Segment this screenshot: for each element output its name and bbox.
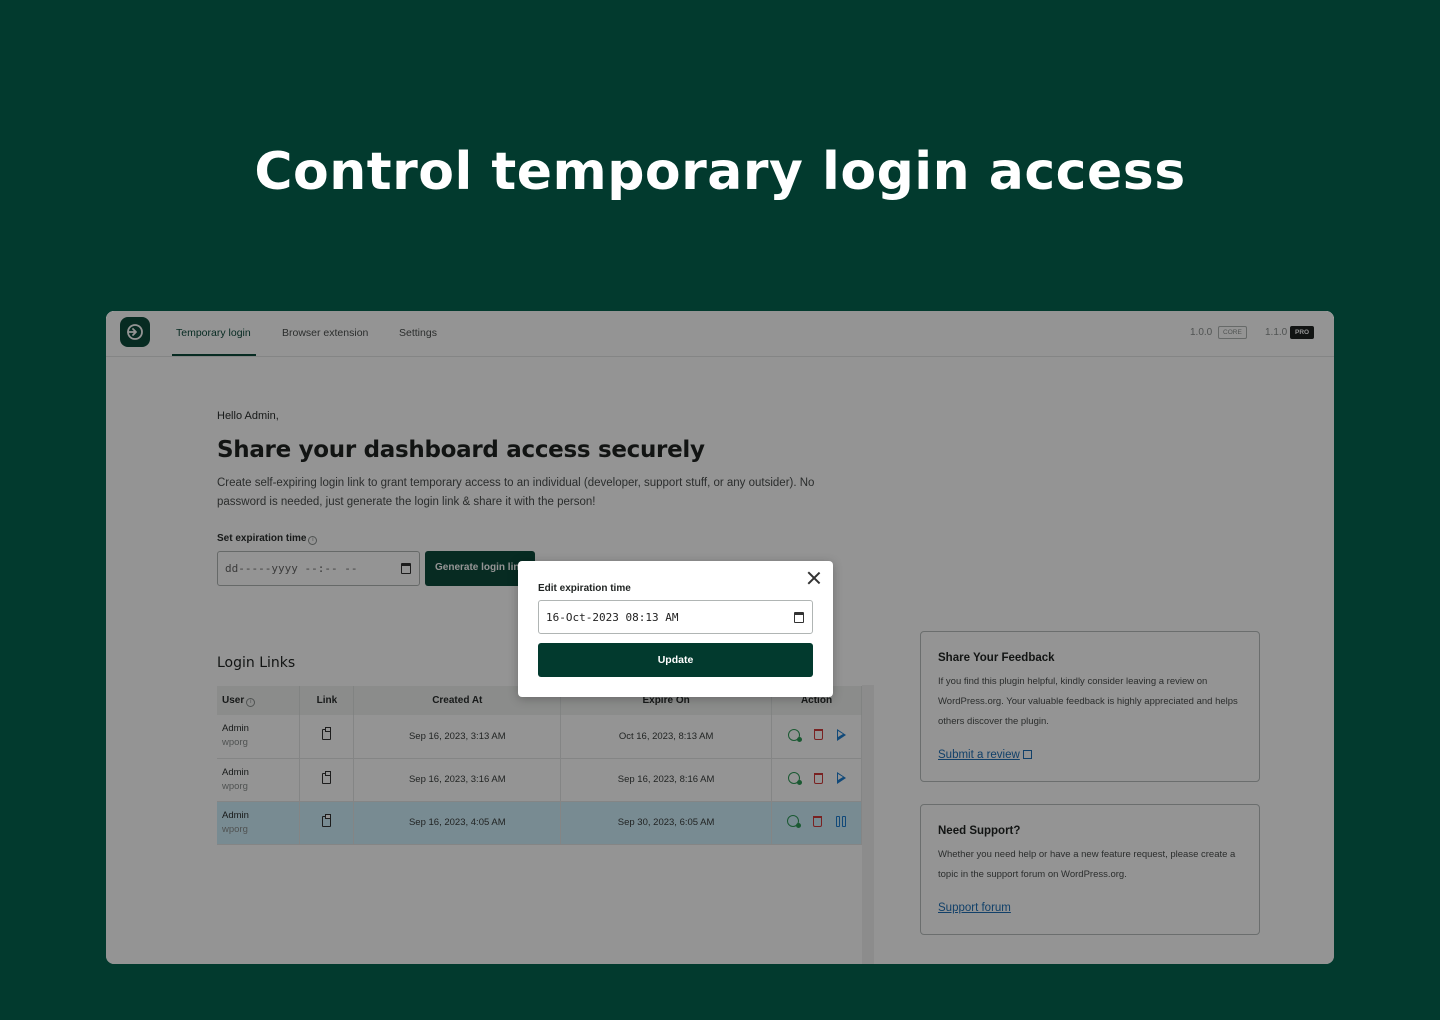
hero-title: Control temporary login access [254, 142, 1186, 202]
update-button[interactable]: Update [538, 643, 813, 677]
close-icon[interactable] [807, 571, 821, 585]
calendar-icon[interactable] [794, 612, 804, 623]
edit-expiration-modal: Edit expiration time 16-Oct-2023 08:13 A… [518, 561, 833, 697]
edit-expiration-label: Edit expiration time [538, 583, 631, 594]
edit-expiration-input[interactable]: 16-Oct-2023 08:13 AM [538, 600, 813, 634]
edit-expiration-value: 16-Oct-2023 08:13 AM [546, 611, 679, 624]
